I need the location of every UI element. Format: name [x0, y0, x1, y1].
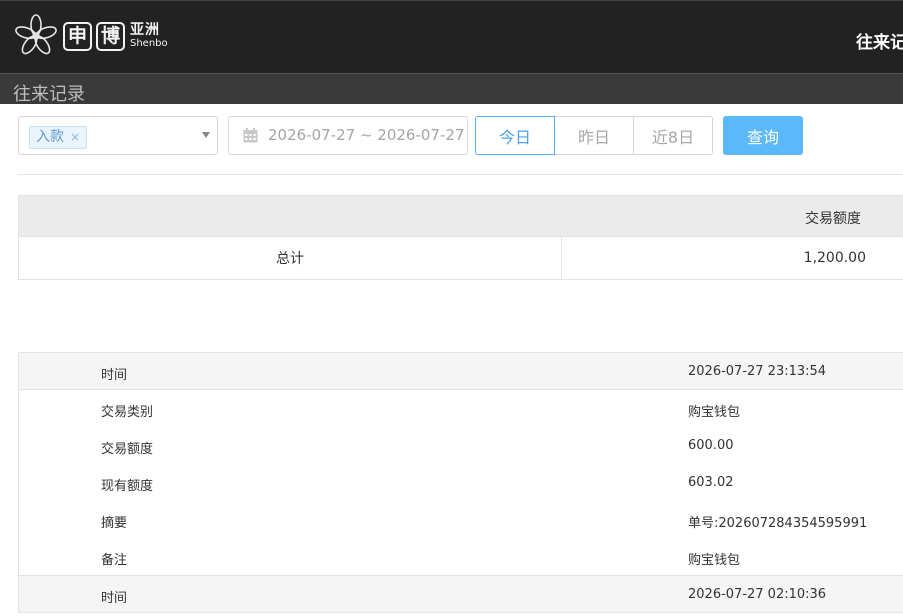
selected-type-tag: 入款 × — [29, 126, 88, 149]
logo-wordmark: 亚洲 Shenbo — [130, 22, 168, 50]
field-value: 600.00 — [688, 438, 734, 453]
total-label: 总计 — [19, 237, 562, 279]
page-title: 往来记录 — [13, 84, 85, 105]
last-8-days-button[interactable]: 近8日 — [634, 116, 713, 155]
logo-en-text: Shenbo — [130, 38, 168, 49]
record-list: 时间 2026-07-27 23:13:54 交易类别 购宝钱包 交易额度 60… — [18, 352, 903, 613]
today-button[interactable]: 今日 — [475, 116, 555, 155]
record-time-value: 2026-07-27 23:13:54 — [688, 364, 827, 379]
amount-column-header: 交易额度 — [805, 211, 861, 227]
field-label: 备注 — [101, 553, 128, 568]
field-value: 购宝钱包 — [688, 553, 741, 568]
record-time-row: 时间 2026-07-27 23:13:54 — [18, 352, 903, 390]
query-button[interactable]: 查询 — [723, 116, 803, 155]
sub-header: 往来记录 — [0, 73, 903, 105]
field-value: 单号:202607284354595991 — [688, 516, 868, 531]
record-time-label: 时间 — [101, 591, 128, 606]
record-time-value: 2026-07-27 02:10:36 — [688, 587, 827, 602]
calendar-icon — [243, 128, 258, 143]
record-field-row: 交易类别 购宝钱包 — [18, 390, 903, 427]
field-value: 603.02 — [688, 475, 734, 490]
divider — [18, 174, 903, 175]
tag-remove-icon[interactable]: × — [70, 127, 80, 148]
total-amount: 1,200.00 — [803, 250, 866, 266]
logo-char-box-2: 博 — [96, 21, 125, 51]
brand-logo[interactable]: 申 博 亚洲 Shenbo — [13, 13, 168, 59]
flower-logo-icon — [15, 14, 57, 55]
chevron-down-icon[interactable] — [202, 132, 210, 138]
date-range-picker[interactable]: 2026-07-27 ~ 2026-07-27 — [228, 116, 468, 155]
record-field-row: 备注 购宝钱包 — [18, 538, 903, 575]
summary-total-row: 总计 1,200.00 — [18, 237, 903, 280]
quick-date-buttons: 今日 昨日 近8日 — [475, 116, 713, 155]
record-field-row: 现有额度 603.02 — [18, 464, 903, 501]
tag-label: 入款 — [36, 129, 64, 145]
summary-header-row: 交易额度 — [18, 195, 903, 237]
record-time-row: 时间 2026-07-27 02:10:36 — [18, 575, 903, 613]
logo-char-box-1: 申 — [63, 21, 92, 51]
field-value: 购宝钱包 — [688, 405, 741, 420]
date-range-value: 2026-07-27 ~ 2026-07-27 — [268, 126, 465, 144]
record-field-row: 交易额度 600.00 — [18, 427, 903, 464]
record-field-row: 摘要 单号:202607284354595991 — [18, 501, 903, 538]
transaction-type-select[interactable]: 入款 × — [18, 116, 218, 155]
field-label: 交易类别 — [101, 405, 154, 420]
record-time-label: 时间 — [101, 368, 128, 383]
field-label: 现有额度 — [101, 479, 154, 494]
field-label: 摘要 — [101, 516, 128, 531]
header-title: 往来记 — [856, 33, 903, 53]
summary-table: 交易额度 总计 1,200.00 — [18, 195, 903, 280]
yesterday-button[interactable]: 昨日 — [555, 116, 634, 155]
field-label: 交易额度 — [101, 442, 154, 457]
top-navbar: 申 博 亚洲 Shenbo 往来记 — [0, 0, 903, 73]
logo-cn-text: 亚洲 — [130, 22, 160, 38]
